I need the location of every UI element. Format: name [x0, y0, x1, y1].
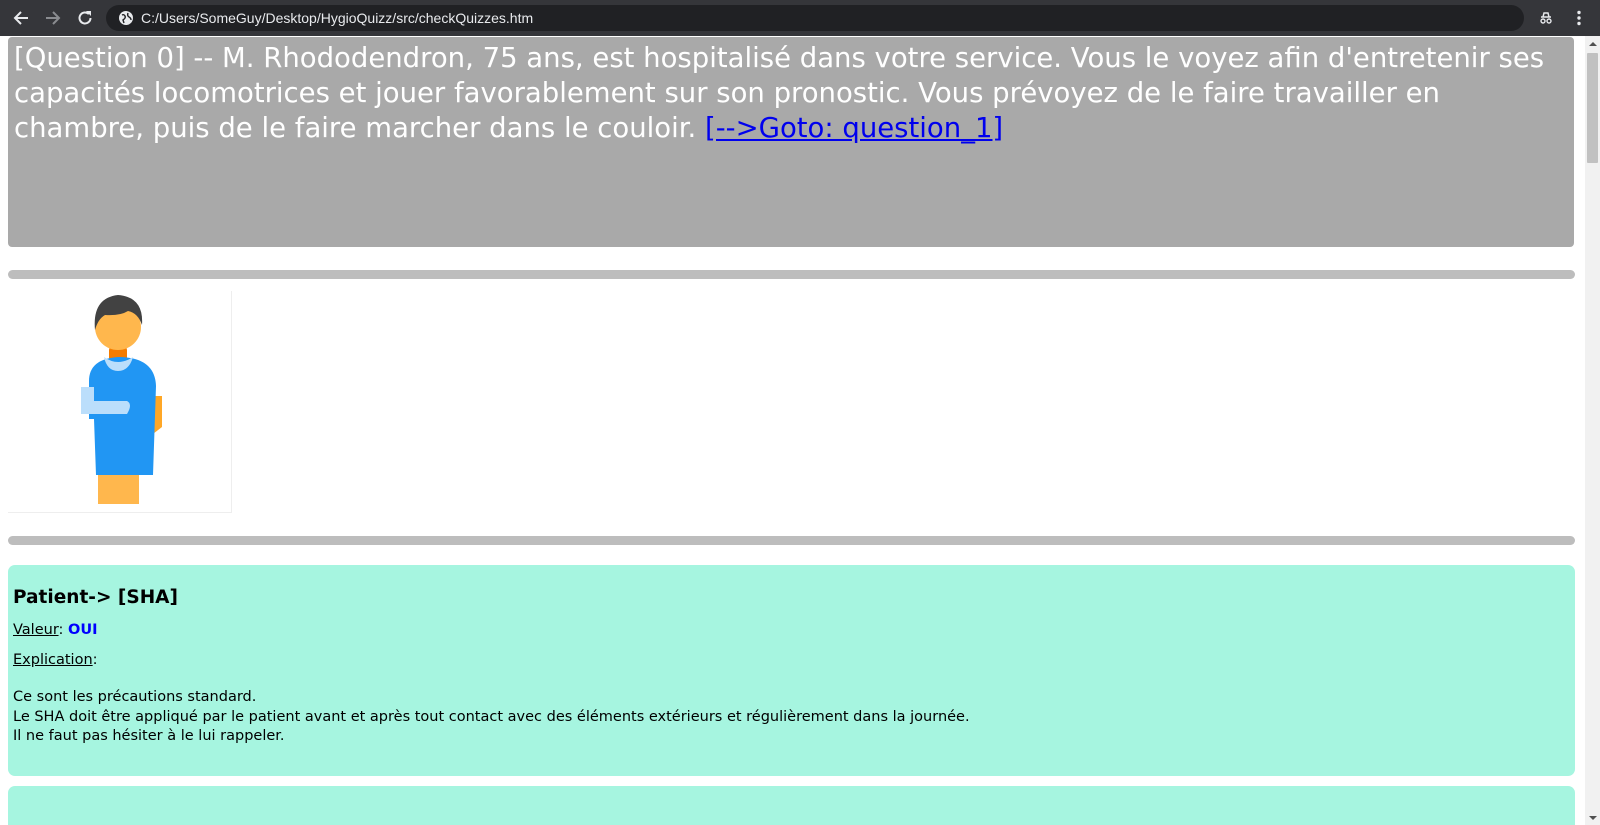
divider — [8, 270, 1575, 279]
scroll-up-button[interactable] — [1585, 36, 1600, 51]
explication-line: Le SHA doit être appliqué par le patient… — [13, 708, 970, 725]
reload-button[interactable] — [73, 6, 97, 30]
browser-toolbar: C:/Users/SomeGuy/Desktop/HygioQuizz/src/… — [0, 0, 1600, 36]
url-text: C:/Users/SomeGuy/Desktop/HygioQuizz/src/… — [141, 10, 534, 26]
kebab-menu-icon — [1577, 10, 1581, 26]
scroll-up-arrow-icon — [1588, 41, 1597, 46]
explication-row: Explication: — [13, 652, 1570, 668]
patient-figure — [8, 291, 232, 513]
answer-card: Patient-> [SHA] Valeur: OUI Explication:… — [8, 565, 1575, 776]
back-arrow-icon — [13, 11, 28, 25]
explication-separator: : — [92, 652, 98, 668]
question-box: [Question 0] -- M. Rhododendron, 75 ans,… — [8, 37, 1574, 247]
address-bar[interactable]: C:/Users/SomeGuy/Desktop/HygioQuizz/src/… — [106, 5, 1524, 31]
value-label: Valeur — [13, 622, 59, 638]
explication-line: Il ne faut pas hésiter à le lui rappeler… — [13, 728, 285, 744]
scroll-down-arrow-icon — [1588, 815, 1597, 820]
globe-icon — [119, 11, 133, 25]
forward-arrow-icon — [46, 11, 61, 25]
answer-value: OUI — [68, 622, 98, 638]
answer-value-row: Valeur: OUI — [13, 622, 1570, 638]
answer-card — [8, 786, 1575, 825]
answer-title: Patient-> [SHA] — [13, 587, 178, 608]
incognito-icon — [1540, 12, 1552, 24]
forward-button[interactable] — [41, 6, 65, 30]
explication-label: Explication — [13, 652, 93, 668]
explication-line: Ce sont les précautions standard. — [13, 689, 257, 705]
value-separator: : — [58, 622, 69, 638]
vertical-scrollbar[interactable] — [1585, 36, 1600, 825]
explication-text: Ce sont les précautions standard. Le SHA… — [13, 688, 1570, 747]
browser-menu-button[interactable] — [1567, 6, 1591, 30]
back-button[interactable] — [9, 6, 33, 30]
reload-icon — [78, 11, 92, 25]
divider — [8, 536, 1575, 545]
incognito-button[interactable] — [1534, 6, 1558, 30]
goto-question-link[interactable]: [-->Goto: question_1] — [705, 112, 1003, 144]
scrollbar-thumb[interactable] — [1587, 53, 1598, 163]
patient-figure-icon — [81, 295, 162, 504]
page-content: [Question 0] -- M. Rhododendron, 75 ans,… — [0, 36, 1585, 825]
scroll-down-button[interactable] — [1585, 810, 1600, 825]
